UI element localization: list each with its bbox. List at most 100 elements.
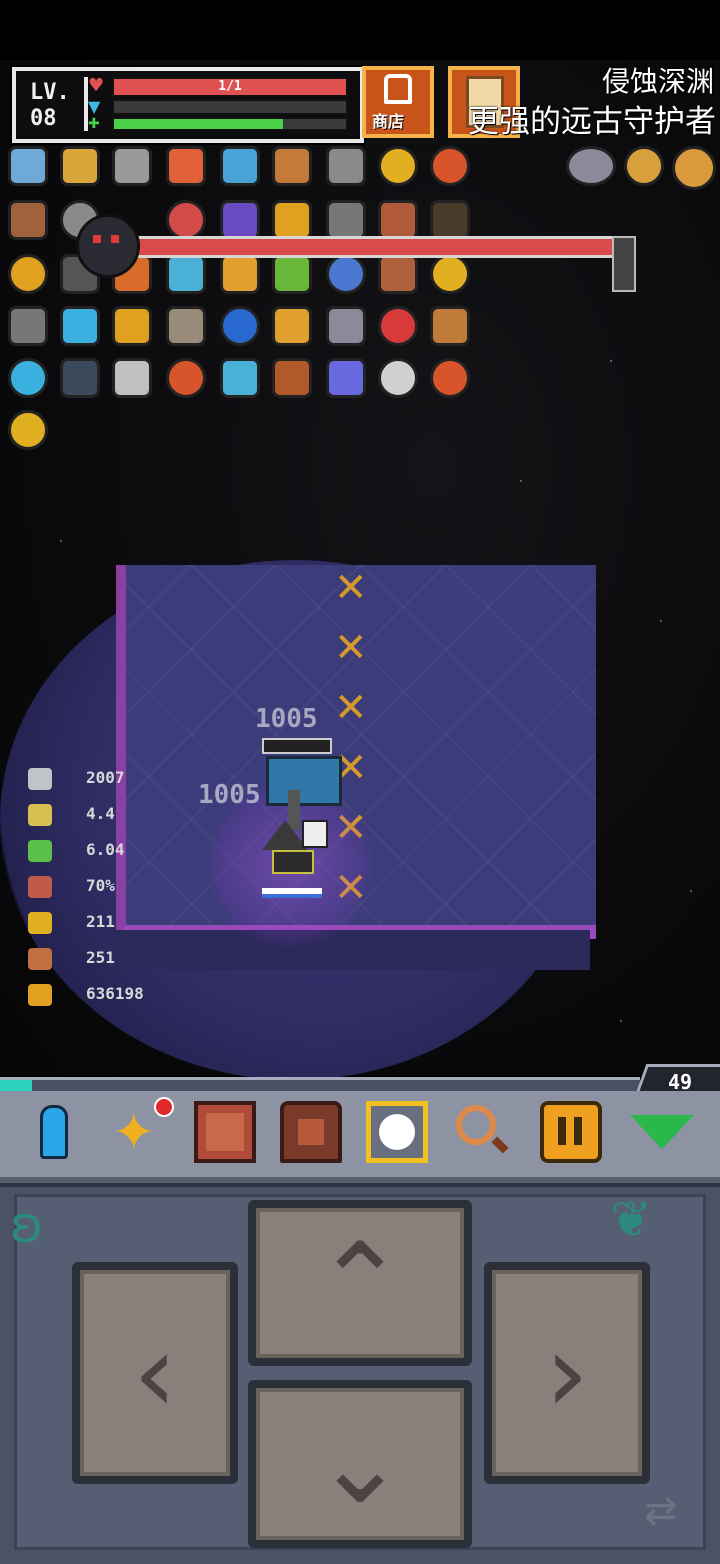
player-body	[272, 850, 314, 874]
tower-relic-icon[interactable]	[166, 306, 206, 346]
helmet-relic-icon[interactable]	[60, 358, 100, 398]
dagger-relic-icon[interactable]	[326, 146, 366, 186]
crystal-relic-icon[interactable]	[326, 306, 366, 346]
basket-relic-icon[interactable]	[166, 358, 206, 398]
stat-value: 211	[86, 912, 115, 931]
gold-heart-relic-icon[interactable]	[8, 410, 48, 450]
bone-relic-icon[interactable]	[430, 306, 470, 346]
flame-heart-relic-icon[interactable]	[430, 146, 470, 186]
dpad-up-button[interactable]: ⌃	[248, 1200, 472, 1366]
pistol-relic-icon[interactable]	[112, 146, 152, 186]
focus-target-icon	[379, 1114, 415, 1150]
shield-bar	[112, 99, 348, 115]
focus-button[interactable]	[366, 1101, 428, 1163]
energy-bar	[112, 117, 348, 131]
character-button[interactable]	[24, 1101, 86, 1163]
hp-text: 1/1	[218, 79, 242, 94]
dungeon-name: 侵蚀深渊	[601, 65, 714, 98]
ice-crystal-relic-icon[interactable]	[220, 146, 260, 186]
fire-cross-relic-icon[interactable]	[166, 146, 206, 186]
damage-number: 1005	[255, 704, 318, 734]
gold-orb-relic-icon[interactable]	[378, 146, 418, 186]
arrow-up-icon: ⌃	[313, 1219, 407, 1347]
stats-panel: 2007 4.4 6.04 70% 211 251 636198	[14, 764, 194, 1034]
vine-decoration-right: ❦	[610, 1190, 652, 1248]
energy-icon: ✚	[88, 116, 100, 132]
dpad-left-button[interactable]: ‹	[72, 1262, 238, 1484]
boot-relic-icon[interactable]	[272, 146, 312, 186]
dpad-down-button[interactable]: ⌄	[248, 1380, 472, 1548]
notification-dot	[154, 1097, 174, 1117]
fork-relic-icon[interactable]	[166, 254, 206, 294]
vine-decoration-left: ʚ	[10, 1196, 44, 1254]
skill-button[interactable]: ✦	[108, 1097, 174, 1163]
horn-relic-icon[interactable]	[272, 358, 312, 398]
search-button[interactable]	[452, 1101, 514, 1163]
shop-button[interactable]: 商店	[362, 66, 434, 138]
meat-relic-icon[interactable]	[378, 254, 418, 294]
stat-value: 251	[86, 948, 115, 967]
blue-gem-relic-icon[interactable]	[220, 306, 260, 346]
heart-icon: ♥	[88, 75, 105, 96]
relic-grid	[8, 146, 488, 456]
boss-hp-fill	[123, 239, 614, 255]
skill-star-icon: ✦	[112, 1103, 156, 1163]
level-box: LV. 08	[24, 77, 88, 131]
potion-relic-icon[interactable]	[378, 200, 418, 240]
blue-heart-relic-icon[interactable]	[8, 358, 48, 398]
pet-cat	[302, 820, 328, 848]
blue-orb-relic-icon[interactable]	[326, 254, 366, 294]
stat-value: 70%	[86, 876, 115, 895]
backpack-icon	[298, 1119, 324, 1145]
gold-boot-relic-icon[interactable]	[220, 254, 260, 294]
red-heart-relic-icon[interactable]	[378, 306, 418, 346]
collapse-button[interactable]	[628, 1101, 694, 1163]
gold-cross-relic-icon[interactable]	[272, 306, 312, 346]
stone-bowl-relic-icon[interactable]	[566, 146, 616, 186]
coin-icon	[28, 984, 52, 1006]
flask-relic-icon[interactable]	[220, 358, 260, 398]
boss-hp-bar	[120, 236, 632, 258]
weapon	[288, 790, 300, 830]
glove-relic-icon[interactable]	[112, 306, 152, 346]
log-relic-icon[interactable]	[8, 200, 48, 240]
sword-relic-icon[interactable]	[326, 200, 366, 240]
hp-bar: 1/1	[112, 77, 348, 97]
gold-medallion-relic-icon[interactable]	[672, 146, 716, 190]
crossed-blades-relic-icon[interactable]	[8, 146, 48, 186]
wizard-hat-relic-icon[interactable]	[220, 200, 260, 240]
banner-relic-icon[interactable]	[112, 358, 152, 398]
wheat-relic-icon[interactable]	[624, 146, 664, 186]
book-icon	[206, 1113, 244, 1151]
swap-controls-icon[interactable]: ⇄	[644, 1488, 678, 1534]
stat-value: 2007	[86, 768, 125, 787]
shopping-bag-icon	[384, 74, 412, 104]
player-character[interactable]	[258, 790, 330, 898]
level-label: LV.	[30, 80, 70, 105]
chalice-relic-icon[interactable]	[272, 200, 312, 240]
arrow-right-icon: ›	[545, 1309, 589, 1437]
status-strip	[0, 0, 720, 60]
book-button[interactable]	[194, 1101, 256, 1163]
snowflake-relic-icon[interactable]	[60, 306, 100, 346]
shop-label: 商店	[372, 112, 405, 131]
red-shield-relic-icon[interactable]	[430, 358, 470, 398]
player-status-panel: LV. 08 ♥ ▼ ✚ 1/1	[12, 67, 364, 143]
compass-relic-icon[interactable]	[378, 358, 418, 398]
pause-button[interactable]	[540, 1101, 602, 1163]
gold-ball-relic-icon[interactable]	[430, 254, 470, 294]
gold-coin-relic-icon[interactable]	[8, 254, 48, 294]
action-toolbar: ✦	[0, 1091, 720, 1183]
arrow-left-icon: ‹	[133, 1309, 177, 1437]
club-relic-icon[interactable]	[430, 200, 470, 240]
target-relic-icon[interactable]	[166, 200, 206, 240]
stat-value: 636198	[86, 984, 144, 1003]
arrow-down-icon: ⌄	[313, 1400, 407, 1528]
hammer-relic-icon[interactable]	[8, 306, 48, 346]
magnifier-icon	[456, 1105, 496, 1145]
backpack-button[interactable]	[280, 1101, 342, 1163]
leaf-relic-icon[interactable]	[272, 254, 312, 294]
dpad-right-button[interactable]: ›	[484, 1262, 650, 1484]
spear-relic-icon[interactable]	[326, 358, 366, 398]
golden-crest-relic-icon[interactable]	[60, 146, 100, 186]
